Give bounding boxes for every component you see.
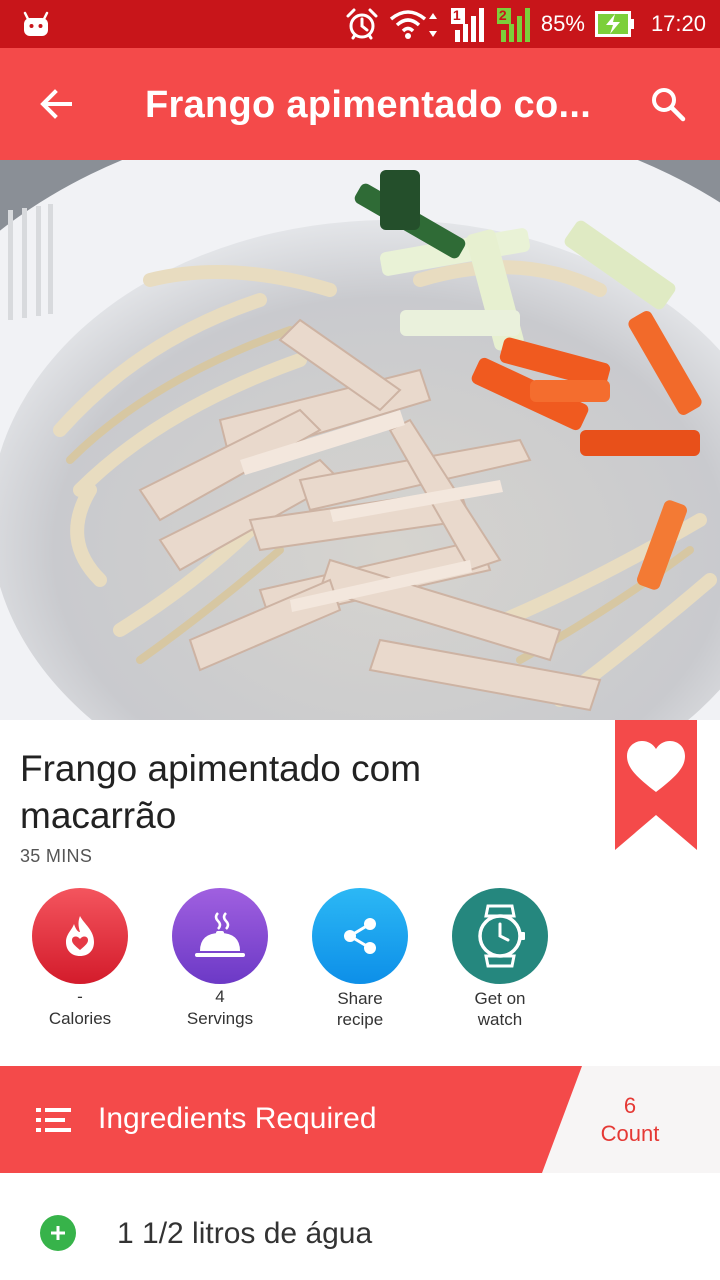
share-recipe-info[interactable]: Share recipe bbox=[290, 888, 430, 1030]
share-label-line1: Share bbox=[337, 989, 383, 1008]
recipe-detail-screen: 1 2 85% 17:20 Frango apimentado co... Fr… bbox=[0, 0, 720, 1280]
recipe-time: 35 MINS bbox=[20, 846, 93, 866]
app-bar: Frango apimentado co... bbox=[0, 48, 720, 160]
ingredient-count-label: Count bbox=[600, 1121, 660, 1146]
share-icon bbox=[344, 918, 376, 954]
sim2-label: 2 bbox=[498, 7, 507, 23]
ingredient-text: 1 1/2 litros de água bbox=[117, 1217, 373, 1250]
alarm-icon bbox=[346, 8, 378, 40]
watch-label-line1: Get on bbox=[474, 989, 526, 1008]
sim2-signal-icon: 2 bbox=[495, 6, 531, 42]
recipe-photo bbox=[0, 160, 720, 720]
cloche-icon bbox=[195, 912, 245, 957]
calories-button[interactable] bbox=[32, 888, 128, 984]
watch-info[interactable]: Get on watch bbox=[430, 888, 570, 1030]
ingredient-count-value: 6 bbox=[623, 1093, 637, 1118]
android-notification-icon bbox=[23, 11, 49, 36]
clock: 17:20 bbox=[650, 11, 706, 36]
favorite-bookmark-button[interactable] bbox=[615, 720, 697, 850]
status-bar: 1 2 85% 17:20 bbox=[0, 0, 720, 48]
get-on-watch-button[interactable] bbox=[452, 888, 548, 984]
calories-value: - bbox=[77, 987, 83, 1006]
back-button[interactable] bbox=[28, 76, 84, 132]
sim1-signal-icon: 1 bbox=[449, 6, 485, 42]
ingredients-header: Ingredients Required 6 Count bbox=[0, 1066, 720, 1173]
search-button[interactable] bbox=[640, 76, 696, 132]
arrow-back-icon bbox=[40, 89, 72, 119]
status-icons: 1 2 85% 17:20 bbox=[345, 0, 706, 48]
list-icon bbox=[36, 1108, 71, 1132]
recipe-title: Frango apimentado com macarrão bbox=[20, 748, 422, 836]
servings-value: 4 bbox=[215, 987, 225, 1006]
share-label-line2: recipe bbox=[336, 1010, 384, 1029]
share-recipe-label: Share recipe bbox=[290, 988, 430, 1030]
add-ingredient-icon[interactable] bbox=[40, 1215, 76, 1251]
search-icon bbox=[652, 88, 686, 122]
watch-icon bbox=[478, 904, 525, 968]
servings-label: Servings bbox=[186, 1009, 254, 1028]
ingredients-header-label: Ingredients Required bbox=[98, 1102, 377, 1135]
servings-button[interactable] bbox=[172, 888, 268, 984]
battery-charging-icon bbox=[594, 11, 634, 37]
ingredient-list-item[interactable]: 1 1/2 litros de água bbox=[0, 1173, 720, 1280]
servings-info[interactable]: 4 Servings bbox=[150, 888, 290, 1029]
watch-label: Get on watch bbox=[430, 988, 570, 1030]
calories-label: Calories bbox=[48, 1009, 112, 1028]
share-recipe-button[interactable] bbox=[312, 888, 408, 984]
ingredient-count: 6 Count bbox=[580, 1092, 680, 1148]
watch-label-line2: watch bbox=[477, 1010, 523, 1029]
wifi-icon bbox=[389, 10, 437, 39]
sim1-label: 1 bbox=[452, 7, 461, 23]
app-bar-title: Frango apimentado co... bbox=[145, 84, 592, 126]
flame-heart-icon bbox=[66, 916, 94, 956]
battery-percent: 85% bbox=[540, 11, 585, 36]
calories-info[interactable]: - Calories bbox=[10, 888, 150, 1029]
